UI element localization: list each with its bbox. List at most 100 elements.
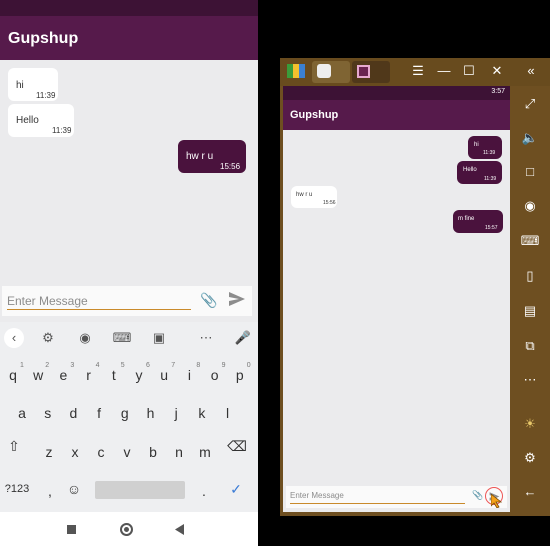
message-bubble-incoming[interactable]: hi 11:39 [8, 68, 58, 101]
message-time: 11:39 [36, 91, 56, 100]
message-input[interactable]: Enter Message [7, 292, 191, 310]
key-hint: 2 [45, 362, 50, 369]
settings-icon[interactable]: ⚙ [520, 448, 540, 468]
key-u[interactable]: u [153, 367, 175, 383]
key-a[interactable]: a [11, 405, 33, 421]
send-icon[interactable] [228, 290, 246, 308]
keymap-icon[interactable]: ⌨ [520, 231, 540, 251]
eye-icon[interactable]: ◉ [520, 196, 540, 216]
message-time: 15:56 [220, 162, 241, 171]
key-k[interactable]: k [191, 405, 213, 421]
phone-icon[interactable]: ▯ [520, 266, 540, 286]
key-m[interactable]: m [194, 444, 216, 460]
message-text: hw r u [186, 151, 214, 162]
brightness-icon[interactable]: ☀ [520, 414, 540, 434]
message-bubble-incoming[interactable]: hw r u 15:56 [291, 186, 337, 208]
screenshot-icon[interactable]: □ [520, 162, 540, 182]
key-i[interactable]: i [178, 367, 200, 383]
send-button[interactable] [485, 487, 503, 508]
attach-icon[interactable]: 📎 [200, 292, 217, 309]
keyboard-icon[interactable]: ⌨ [111, 330, 133, 346]
cursor-icon [491, 494, 503, 508]
message-bubble-incoming[interactable]: Hello 11:39 [8, 104, 74, 137]
message-text: hw r u [296, 192, 313, 198]
gear-icon[interactable]: ⚙ [37, 330, 59, 346]
key-hint: 9 [221, 362, 226, 369]
message-text: hi [474, 142, 479, 148]
key-v[interactable]: v [116, 444, 138, 460]
app-title: Gupshup [290, 109, 339, 121]
close-icon[interactable]: ✕ [488, 63, 506, 79]
mic-icon[interactable]: 🎤 [232, 330, 254, 346]
palette-icon[interactable]: ◉ [74, 330, 96, 346]
message-bubble-outgoing[interactable]: hw r u 15:56 [178, 140, 246, 173]
more-icon[interactable]: ⋯ [195, 330, 217, 346]
message-input-bar: Enter Message 📎 [286, 486, 507, 508]
key-q[interactable]: q [2, 367, 24, 383]
backspace-icon[interactable]: ⌫ [226, 438, 248, 455]
app-title: Gupshup [8, 30, 79, 47]
emulator-window: ☰ — ☐ ✕ « 3:57 Gupshup hi 11:39 Hello 11… [280, 58, 550, 516]
apk-icon[interactable]: ▤ [520, 301, 540, 321]
key-hint: 5 [120, 362, 125, 369]
home-icon[interactable] [120, 523, 133, 536]
key-o[interactable]: o [204, 367, 226, 383]
emulator-sidebar: ⤢ 🔈 □ ◉ ⌨ ▯ ▤ ⧉ ⋯ ☀ ⚙ ← [510, 86, 550, 516]
status-bar [0, 0, 258, 16]
maximize-icon[interactable]: ☐ [460, 63, 478, 79]
back-icon[interactable] [175, 524, 185, 535]
period-key[interactable]: . [193, 483, 215, 499]
space-key[interactable] [95, 481, 185, 499]
minimize-icon[interactable]: — [435, 63, 453, 78]
message-input[interactable]: Enter Message [290, 491, 465, 504]
key-e[interactable]: e [52, 367, 74, 383]
message-bubble-outgoing[interactable]: m fine 15:57 [453, 210, 503, 233]
message-text: Hello [463, 167, 477, 173]
key-y[interactable]: y [128, 367, 150, 383]
phone-screen: Gupshup hi 11:39 Hello 11:39 hw r u 15:5… [0, 0, 258, 546]
tab-home[interactable] [312, 61, 350, 83]
chevron-left-icon[interactable]: ‹ [4, 328, 24, 348]
shift-icon[interactable]: ⇧ [3, 438, 25, 455]
key-h[interactable]: h [140, 405, 162, 421]
message-text: Hello [16, 115, 39, 126]
key-w[interactable]: w [27, 367, 49, 383]
emoji-icon[interactable]: ☺ [63, 481, 85, 497]
key-r[interactable]: r [78, 367, 100, 383]
attach-icon[interactable]: 📎 [472, 490, 483, 501]
key-p[interactable]: p [229, 367, 251, 383]
message-bubble-outgoing[interactable]: Hello 11:39 [457, 161, 502, 184]
message-bubble-outgoing[interactable]: hi 11:39 [468, 136, 502, 159]
key-x[interactable]: x [64, 444, 86, 460]
app-bar: Gupshup [283, 100, 510, 130]
fullscreen-icon[interactable]: ⤢ [520, 94, 540, 114]
tab-app[interactable] [352, 61, 390, 83]
key-b[interactable]: b [142, 444, 164, 460]
volume-icon[interactable]: 🔈 [520, 128, 540, 148]
key-hint: 0 [246, 362, 251, 369]
key-s[interactable]: s [37, 405, 59, 421]
key-j[interactable]: j [165, 405, 187, 421]
key-f[interactable]: f [88, 405, 110, 421]
message-time: 11:39 [52, 126, 72, 135]
key-l[interactable]: l [217, 405, 239, 421]
key-d[interactable]: d [62, 405, 84, 421]
key-n[interactable]: n [168, 444, 190, 460]
recents-icon[interactable] [67, 525, 76, 534]
message-text: hi [16, 80, 24, 91]
key-t[interactable]: t [103, 367, 125, 383]
comma-key[interactable]: , [39, 483, 61, 499]
menu-icon[interactable]: ☰ [409, 63, 427, 79]
share-icon[interactable]: ⧉ [520, 336, 540, 356]
image-icon[interactable]: ▣ [148, 330, 170, 346]
more-icon[interactable]: ⋯ [520, 370, 540, 390]
checkmark-icon[interactable]: ✓ [225, 481, 247, 498]
back-icon[interactable]: ← [520, 482, 540, 502]
collapse-icon[interactable]: « [522, 63, 540, 78]
key-z[interactable]: z [38, 444, 60, 460]
mode-key[interactable]: ?123 [2, 483, 32, 495]
emulator-screen: 3:57 Gupshup hi 11:39 Hello 11:39 hw r u… [283, 86, 510, 512]
key-c[interactable]: c [90, 444, 112, 460]
key-g[interactable]: g [114, 405, 136, 421]
message-time: 15:56 [323, 200, 336, 206]
